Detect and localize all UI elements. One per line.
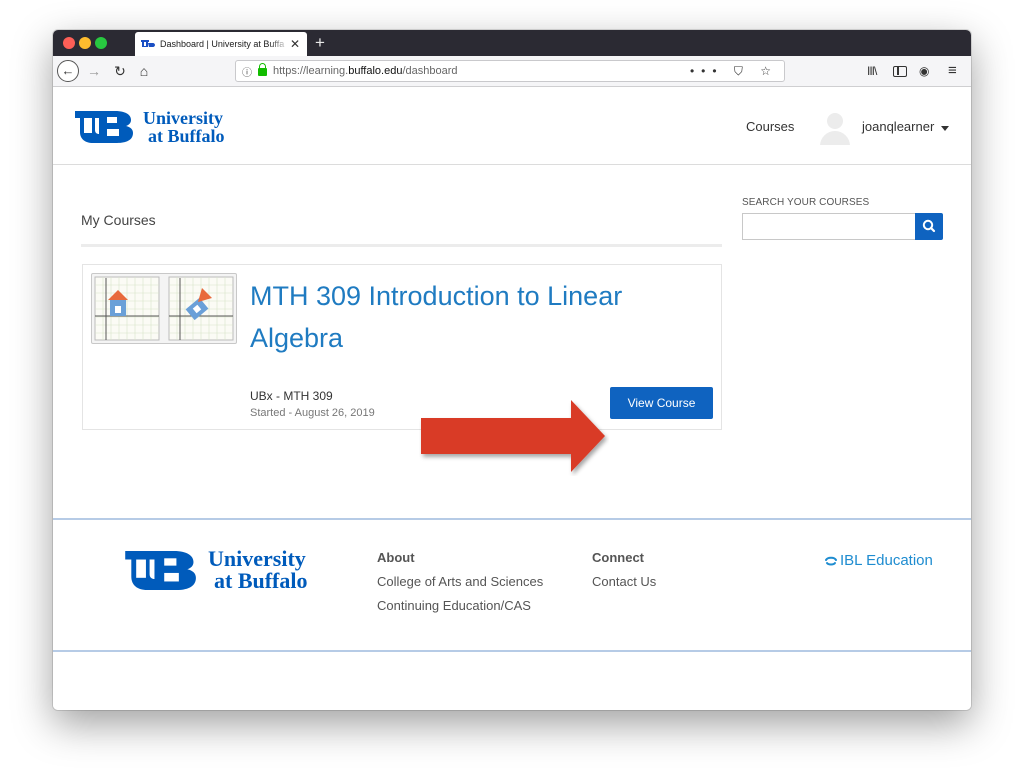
tab-title: Dashboard | University at Buffa <box>160 39 285 49</box>
page-bottom-area <box>53 652 971 710</box>
connect-heading: Connect <box>592 550 644 565</box>
search-icon <box>922 219 936 233</box>
close-window-button[interactable] <box>63 37 75 49</box>
maximize-window-button[interactable] <box>95 37 107 49</box>
ub-logo-mark-icon <box>125 550 196 590</box>
url-domain: buffalo.edu <box>348 65 403 77</box>
account-icon[interactable]: ◉ <box>919 60 929 82</box>
logo-line-university: University <box>143 108 223 128</box>
linear-algebra-graph-icon <box>94 276 234 341</box>
tab-dashboard[interactable]: Dashboard | University at Buffa ✕ <box>135 32 307 56</box>
lock-icon[interactable] <box>258 63 267 76</box>
avatar-icon[interactable] <box>820 111 850 145</box>
course-code: UBx - MTH 309 <box>250 389 333 403</box>
sidebar-icon[interactable] <box>893 66 907 77</box>
footer-ub-logo[interactable]: University at Buffalo <box>125 548 308 592</box>
course-card: MTH 309 Introduction to Linear Algebra U… <box>82 264 722 430</box>
footer-connect-column: Connect Contact Us <box>592 550 656 598</box>
view-course-button[interactable]: View Course <box>610 387 713 419</box>
nav-courses-link[interactable]: Courses <box>746 119 794 134</box>
logo-line-buffalo: at Buffalo <box>148 126 225 146</box>
tab-close-icon[interactable]: ✕ <box>289 38 301 50</box>
minimize-window-button[interactable] <box>79 37 91 49</box>
ibl-logo-text: IBL Education <box>840 552 933 569</box>
ibl-education-logo[interactable]: IBL Education <box>825 552 933 569</box>
course-title-link[interactable]: MTH 309 Introduction to Linear Algebra <box>250 275 680 359</box>
url-path: /dashboard <box>402 65 458 77</box>
footer-about-column: About College of Arts and Sciences Conti… <box>377 550 543 622</box>
hamburger-menu-icon[interactable]: ≡ <box>948 60 957 82</box>
footer-link-contact-us[interactable]: Contact Us <box>592 574 656 589</box>
avatar-body <box>820 131 850 145</box>
course-start-date: Started - August 26, 2019 <box>250 407 375 419</box>
info-icon[interactable]: ⓘ <box>242 64 256 79</box>
back-icon[interactable]: ← <box>57 60 79 82</box>
library-icon[interactable]: III\ <box>867 60 877 82</box>
about-heading: About <box>377 550 415 565</box>
dashboard-main: My Courses MTH 309 Introduction to Linea… <box>53 166 971 518</box>
new-tab-button[interactable]: + <box>315 33 325 53</box>
search-courses-label: SEARCH YOUR COURSES <box>742 197 870 208</box>
reload-icon[interactable]: ↻ <box>111 60 129 82</box>
page-actions-icons[interactable]: ••• ⛉ ☆ <box>690 64 778 79</box>
ub-logo[interactable]: University at Buffalo <box>75 109 225 145</box>
browser-toolbar: ← → ↻ ⌂ ⓘ https://learning.buffalo.edu/d… <box>53 56 971 87</box>
site-header: University at Buffalo Courses joanqlearn… <box>53 87 971 165</box>
url-text[interactable]: https://learning.buffalo.edu/dashboard <box>273 65 690 77</box>
footer-logo-text: University at Buffalo <box>208 548 308 592</box>
search-courses-input[interactable] <box>742 213 915 240</box>
chevron-down-icon[interactable] <box>941 126 949 131</box>
my-courses-heading: My Courses <box>81 212 156 228</box>
tab-strip: Dashboard | University at Buffa ✕ + <box>53 30 971 56</box>
ub-logo-mark-icon <box>75 111 133 143</box>
search-button[interactable] <box>915 213 943 240</box>
forward-icon[interactable]: → <box>85 60 103 82</box>
footer-link-arts-sciences[interactable]: College of Arts and Sciences <box>377 574 543 589</box>
avatar-head <box>827 113 843 129</box>
username-menu[interactable]: joanqlearner <box>862 119 934 134</box>
footer-logo-line-buffalo: at Buffalo <box>214 568 308 593</box>
url-bar[interactable]: ⓘ https://learning.buffalo.edu/dashboard… <box>235 60 785 82</box>
site-footer: University at Buffalo About College of A… <box>53 518 971 652</box>
red-arrow-annotation-icon <box>421 400 605 472</box>
footer-link-continuing-education[interactable]: Continuing Education/CAS <box>377 598 543 613</box>
section-divider <box>81 244 722 247</box>
browser-window: Dashboard | University at Buffa ✕ + ← → … <box>53 30 971 710</box>
home-icon[interactable]: ⌂ <box>135 60 153 82</box>
url-prefix: https://learning. <box>273 65 349 77</box>
footer-logo-line-university: University <box>208 546 306 571</box>
course-thumbnail[interactable] <box>91 273 237 344</box>
ibl-logo-mark-icon <box>825 556 837 565</box>
ub-logo-text: University at Buffalo <box>143 109 225 145</box>
ub-favicon-icon <box>141 39 155 49</box>
